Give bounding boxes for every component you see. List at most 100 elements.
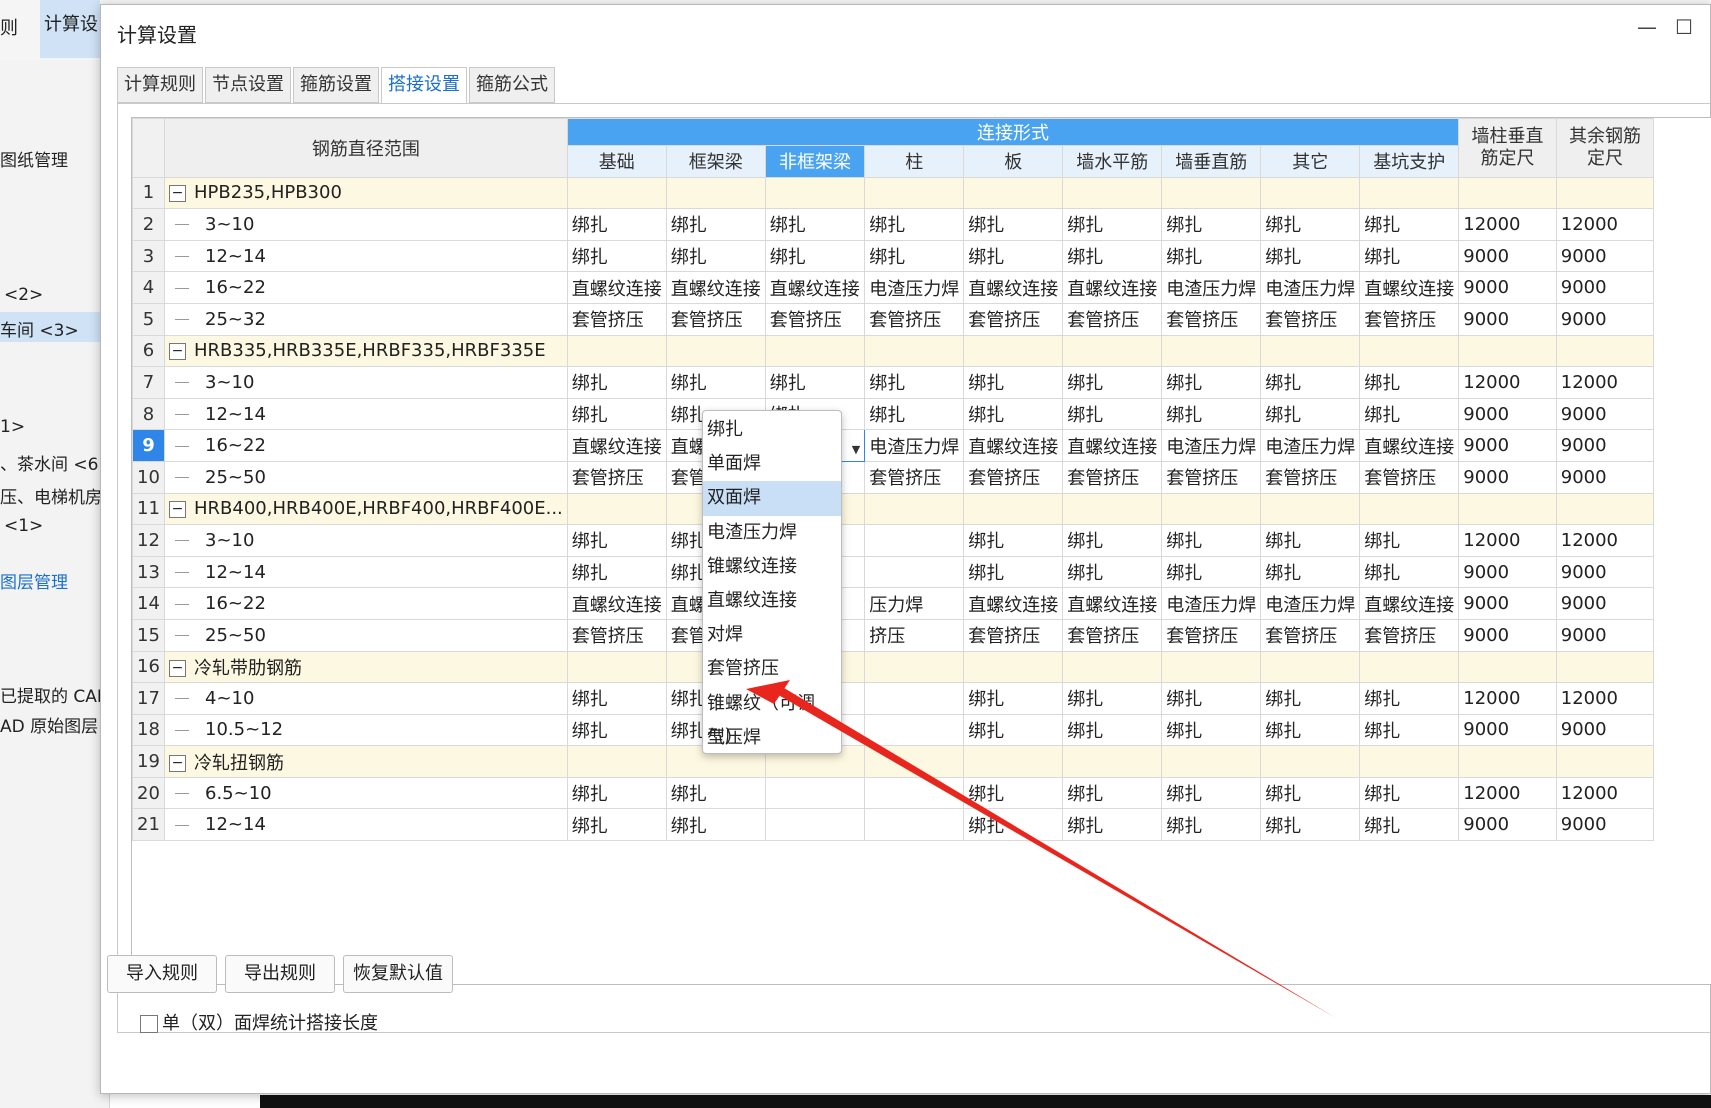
connection-cell[interactable]: 绑扎 xyxy=(566,239,667,273)
connection-cell[interactable]: 电渣压力焊 xyxy=(1161,429,1262,462)
connection-cell[interactable] xyxy=(1260,492,1361,526)
connection-cell[interactable]: 绑扎 xyxy=(1359,239,1460,273)
connection-cell[interactable]: 套管挤压 xyxy=(1260,460,1361,494)
sidebar-item[interactable]: <2> xyxy=(4,285,43,305)
connection-cell[interactable]: 套管挤压 xyxy=(566,302,667,336)
connection-cell[interactable]: 套管挤压 xyxy=(1260,302,1361,336)
length-cell[interactable]: 9000 xyxy=(1458,302,1557,336)
length-cell[interactable] xyxy=(1458,492,1557,526)
length-cell[interactable]: 9000 xyxy=(1458,713,1557,747)
connection-cell[interactable]: 绑扎 xyxy=(1359,208,1460,241)
sidebar-item[interactable]: 、茶水间 <6 xyxy=(0,450,98,475)
range-label-cell[interactable]: 12~14 xyxy=(164,397,568,431)
connection-cell[interactable]: 绑扎 xyxy=(1260,713,1361,747)
table-group-row[interactable]: 6− HRB335,HRB335E,HRBF335,HRBF335E xyxy=(132,334,1655,368)
connection-cell[interactable]: 绑扎 xyxy=(963,366,1064,399)
connection-cell[interactable]: 绑扎 xyxy=(665,776,766,810)
connection-cell[interactable]: 绑扎 xyxy=(1260,366,1361,399)
dropdown-option[interactable]: 绑扎 xyxy=(703,413,841,447)
collapse-toggle-icon[interactable]: − xyxy=(169,660,186,678)
connection-cell[interactable]: 绑扎 xyxy=(1062,713,1163,747)
length-cell[interactable]: 12000 xyxy=(1458,776,1557,810)
connection-cell[interactable]: 电渣压力焊 xyxy=(1260,429,1361,462)
connection-cell[interactable]: 套管挤压 xyxy=(1359,460,1460,494)
connection-cell[interactable]: 绑扎 xyxy=(1161,682,1262,715)
connection-cell[interactable]: 绑扎 xyxy=(1062,555,1163,589)
connection-cell[interactable]: 套管挤压 xyxy=(1062,460,1163,494)
range-label-cell[interactable]: 10.5~12 xyxy=(164,713,568,747)
connection-cell[interactable]: 套管挤压 xyxy=(963,460,1064,494)
connection-cell[interactable] xyxy=(665,334,766,368)
connection-cell[interactable] xyxy=(1161,492,1262,526)
connection-cell[interactable]: 绑扎 xyxy=(963,682,1064,715)
connection-cell[interactable] xyxy=(963,650,1064,684)
connection-cell[interactable]: 绑扎 xyxy=(1359,555,1460,589)
table-row[interactable]: 1525~50套管挤压套管挤压挤压套管挤压套管挤压套管挤压套管挤压套管挤压900… xyxy=(132,618,1655,652)
connection-cell[interactable] xyxy=(1062,176,1163,210)
connection-cell[interactable]: 绑扎 xyxy=(566,366,667,399)
tab-lap-settings[interactable]: 搭接设置 xyxy=(381,67,467,104)
collapse-toggle-icon[interactable]: − xyxy=(169,342,186,360)
connection-cell[interactable]: 直螺纹连接 xyxy=(764,271,866,304)
connection-cell[interactable] xyxy=(566,492,667,526)
collapse-toggle-icon[interactable]: − xyxy=(169,184,186,202)
table-row[interactable]: 18 10.5~12 绑扎 绑扎 绑扎 绑扎 绑扎 绑扎 绑扎 9000 9000 xyxy=(132,713,1655,747)
length-cell[interactable]: 9000 xyxy=(1555,460,1655,494)
dropdown-option[interactable]: 锥螺纹（可调型） xyxy=(703,687,841,748)
range-label-cell[interactable]: 12~14 xyxy=(164,239,568,273)
length-cell[interactable]: 9000 xyxy=(1458,271,1557,304)
connection-cell[interactable]: 电渣压力焊 xyxy=(1161,271,1262,304)
range-label-cell[interactable]: 12~14 xyxy=(164,808,568,842)
connection-cell[interactable]: 绑扎 xyxy=(1359,397,1460,431)
connection-cell[interactable] xyxy=(1161,745,1262,778)
connection-cell[interactable] xyxy=(1260,745,1361,778)
connection-cell[interactable] xyxy=(864,555,965,589)
group-label-cell[interactable]: − HRB335,HRB335E,HRBF335,HRBF335E xyxy=(164,334,568,368)
range-label-cell[interactable]: 3~10 xyxy=(164,524,568,557)
table-row[interactable]: 1025~50套管挤压套管挤压套管挤压套管挤压套管挤压套管挤压套管挤压套管挤压9… xyxy=(132,460,1655,494)
connection-cell[interactable]: 绑扎 xyxy=(1260,397,1361,431)
dropdown-option[interactable]: 双面焊 xyxy=(703,481,841,516)
connection-cell[interactable]: 直螺纹连接 xyxy=(566,429,667,462)
range-label-cell[interactable]: 16~22 xyxy=(164,587,568,620)
weld-lap-checkbox[interactable]: 单（双）面焊统计搭接长度 xyxy=(140,1009,378,1035)
length-cell[interactable]: 9000 xyxy=(1555,618,1655,652)
length-cell[interactable]: 9000 xyxy=(1555,271,1655,304)
connection-cell[interactable]: 绑扎 xyxy=(963,208,1064,241)
length-cell[interactable]: 9000 xyxy=(1458,555,1557,589)
maximize-button[interactable]: ☐ xyxy=(1675,15,1693,39)
connection-type-dropdown[interactable]: 绑扎 单面焊 双面焊 电渣压力焊 锥螺纹连接 直螺纹连接 对焊 套管挤压 锥螺纹（可调型） 气压焊 xyxy=(702,410,842,754)
tab-stirrup-settings[interactable]: 箍筋设置 xyxy=(293,67,379,103)
connection-cell[interactable] xyxy=(864,776,965,810)
range-label-cell[interactable]: 4~10 xyxy=(164,682,568,715)
minimize-button[interactable]: — xyxy=(1637,15,1657,39)
table-row[interactable]: 12 3~10 绑扎 绑扎 绑扎 绑扎 绑扎 绑扎 绑扎 12000 12000 xyxy=(132,524,1655,557)
connection-cell[interactable]: 绑扎 xyxy=(1359,366,1460,399)
connection-cell[interactable] xyxy=(566,334,667,368)
dropdown-option[interactable]: 套管挤压 xyxy=(703,652,841,686)
connection-cell[interactable]: 电渣压力焊 xyxy=(1260,271,1361,304)
length-cell[interactable] xyxy=(1458,650,1557,684)
connection-cell[interactable] xyxy=(566,745,667,778)
length-cell[interactable]: 9000 xyxy=(1555,239,1655,273)
connection-cell[interactable] xyxy=(1359,745,1460,778)
range-label-cell[interactable]: 6.5~10 xyxy=(164,776,568,810)
connection-cell[interactable] xyxy=(864,334,965,368)
connection-cell[interactable]: 绑扎 xyxy=(566,713,667,747)
connection-cell[interactable] xyxy=(1062,334,1163,368)
layer-manager-tab[interactable]: 图层管理 xyxy=(0,568,68,593)
connection-cell[interactable]: 绑扎 xyxy=(665,808,766,842)
length-cell[interactable]: 12000 xyxy=(1458,208,1557,241)
connection-cell[interactable]: 绑扎 xyxy=(963,808,1064,842)
connection-cell[interactable]: 绑扎 xyxy=(1260,524,1361,557)
connection-cell[interactable]: 套管挤压 xyxy=(566,460,667,494)
range-label-cell[interactable]: 25~50 xyxy=(164,618,568,652)
connection-cell[interactable]: 绑扎 xyxy=(1161,808,1262,842)
length-cell[interactable]: 9000 xyxy=(1458,429,1557,462)
connection-cell[interactable] xyxy=(665,176,766,210)
connection-cell[interactable]: 套管挤压 xyxy=(764,302,866,336)
sidebar-item[interactable]: 压、电梯机房 xyxy=(0,483,102,508)
length-cell[interactable]: 12000 xyxy=(1555,366,1655,399)
table-row[interactable]: 21 12~14 绑扎 绑扎 绑扎 绑扎 绑扎 绑扎 绑扎 9000 9000 xyxy=(132,808,1655,842)
table-row[interactable]: 20 6.5~10 绑扎 绑扎 绑扎 绑扎 绑扎 绑扎 绑扎 12000 12000 xyxy=(132,776,1655,810)
